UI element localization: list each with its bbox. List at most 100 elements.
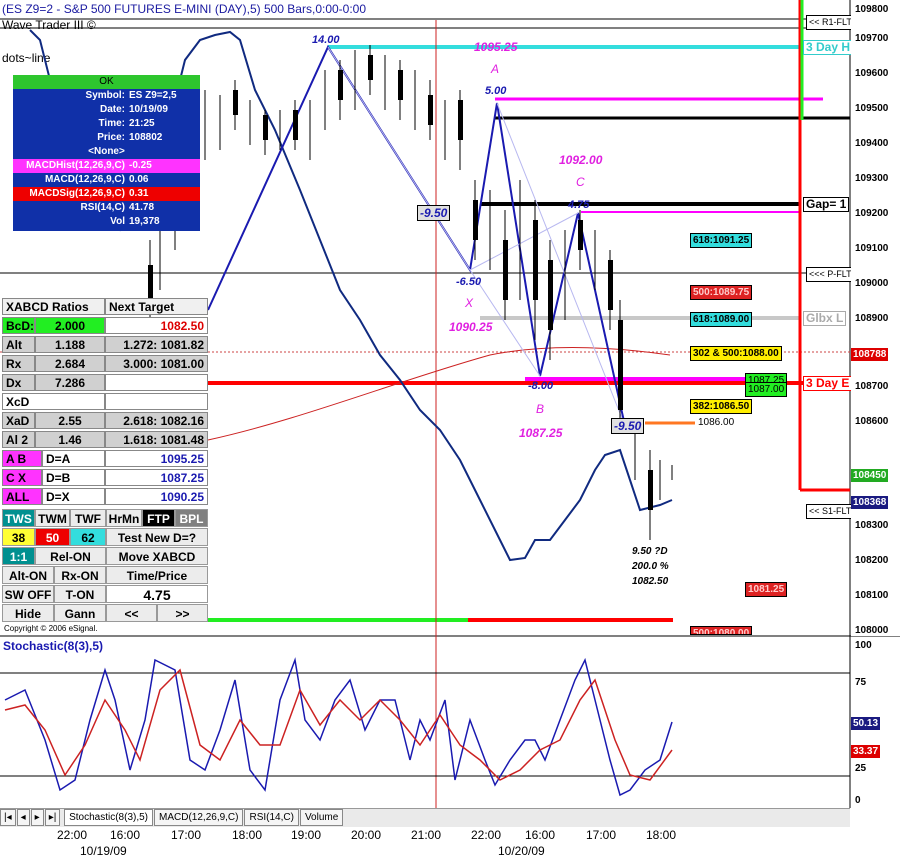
price-1080-tag: 500:1080.00 [690, 626, 753, 635]
fib-38-button[interactable]: 38 [2, 528, 35, 546]
price-tick: 109800 [855, 4, 889, 15]
target-dx [105, 374, 208, 391]
mode-tab-ftp[interactable]: FTP [142, 509, 175, 527]
ratio-label-xad: XaD [2, 412, 35, 429]
blue-price-badge: 108368 [851, 496, 889, 509]
ratio-label-bcd: BcD: [2, 317, 35, 334]
tab-rsi[interactable]: RSI(14,C) [244, 809, 299, 826]
study-tab-bar[interactable]: |◂ ◂ ▸ ▸| Stochastic(8(3),5) MACD(12,26,9,C)… [0, 808, 850, 827]
ratio-value-bcd: 2.000 [35, 317, 105, 334]
mode-tab-tws[interactable]: TWS [2, 509, 35, 527]
alt-on-button[interactable]: Alt-ON [2, 566, 54, 584]
prev-button[interactable]: << [106, 604, 157, 622]
data-row-macd: MACD(12,26,9,C) 0.06 [44, 174, 149, 185]
price-tick: 108700 [855, 381, 889, 392]
stochastic-axis[interactable]: 100 75 50.13 33.37 25 0 [851, 636, 900, 808]
ratio-value-all: D=X [42, 488, 105, 505]
price-tick: 109500 [855, 103, 889, 114]
mode-tab-twf[interactable]: TWF [70, 509, 106, 527]
tab-scroll-prev[interactable]: ◂ [16, 809, 30, 826]
swing-minus-800-label: -8.00 [528, 380, 554, 392]
tab-scroll-next[interactable]: ▸ [30, 809, 44, 826]
tab-scroll-first[interactable]: |◂ [0, 809, 16, 826]
fib-618b-tag: 618:1089.00 [690, 312, 753, 327]
price-tick: 108900 [855, 313, 889, 324]
gap-tag: Gap= 1 [803, 197, 850, 212]
ratio-label-ab[interactable]: A B [2, 450, 42, 467]
ratio-label-cx[interactable]: C X [2, 469, 42, 486]
swing-minus-650-label: -6.50 [456, 276, 482, 288]
gann-button[interactable]: Gann [54, 604, 106, 622]
c-swing-label: 4.75 [568, 199, 590, 211]
next-button[interactable]: >> [157, 604, 208, 622]
swing-minus-950-label: -9.50 [417, 205, 451, 221]
tab-volume[interactable]: Volume [299, 809, 344, 826]
data-window[interactable]: OK Symbol: ES Z9=2,5 Date: 10/19/09 Time: 2… [13, 75, 200, 231]
swing-minus-950b-label: -9.50 [611, 418, 645, 434]
tab-macd[interactable]: MACD(12,26,9,C) [154, 809, 244, 826]
time-axis[interactable]: 22:00 16:00 17:00 18:00 19:00 20:00 21:0… [0, 826, 850, 860]
mode-tab-bpl[interactable]: BPL [175, 509, 208, 527]
ratio-value-rx: 2.684 [35, 355, 105, 372]
test-new-d-button[interactable]: Test New D=? [106, 528, 208, 546]
xabcd-header-right: Next Target [105, 298, 208, 315]
fib-302-tag: 302 & 500:1088.00 [690, 346, 782, 361]
sw-off-button[interactable]: SW OFF [2, 585, 54, 603]
step-value-field[interactable]: 4.75 [106, 585, 208, 603]
ratio-label-al2: Al 2 [2, 431, 35, 448]
price-1086-label: 1086.00 [698, 417, 735, 428]
x-letter-label: X [465, 296, 474, 310]
one-to-one-button[interactable]: 1:1 [2, 547, 35, 565]
data-row-rsi: RSI(14,C) 41.78 [80, 202, 155, 213]
target-bcd: 1082.50 [105, 317, 208, 334]
s1-flt-tag: << S1-FLT [806, 504, 855, 519]
time-tick: 20:00 [351, 828, 382, 842]
tab-scroll-last[interactable]: ▸| [44, 809, 61, 826]
date-label: 10/19/09 [80, 844, 127, 858]
target-alt: 1.272: 1081.82 [105, 336, 208, 353]
stoch-tick: 75 [855, 677, 867, 688]
p-flt-tag: <<< P-FLT [806, 267, 855, 282]
price-tick: 109300 [855, 173, 889, 184]
x-price-label: 1090.25 [449, 320, 493, 334]
move-xabcd-button[interactable]: Move XABCD [106, 547, 208, 565]
time-price-button[interactable]: Time/Price [106, 566, 208, 584]
price-tick: 108300 [855, 520, 889, 531]
ratio-value-al2: 1.46 [35, 431, 105, 448]
price-tick: 109600 [855, 68, 889, 79]
rel-on-button[interactable]: Rel-ON [35, 547, 106, 565]
data-row-vol: Vol 19,378 [110, 216, 160, 227]
stoch-tick: 0 [855, 795, 861, 806]
data-none-label: <None> [88, 146, 125, 157]
data-row-macdsig: MACDSig(12,26,9,C) 0.31 [13, 187, 200, 201]
time-tick: 16:00 [110, 828, 141, 842]
fib-62-button[interactable]: 62 [70, 528, 106, 546]
mode-tab-hrmn[interactable]: HrMn [106, 509, 142, 527]
ratio-label-xcd: XcD [2, 393, 105, 410]
last-price-badge: 108788 [851, 348, 889, 361]
glbx-low-tag: Glbx L [803, 311, 847, 326]
hide-button[interactable]: Hide [2, 604, 54, 622]
a-letter-label: A [491, 62, 500, 76]
time-tick: 21:00 [411, 828, 442, 842]
data-row-time: Time: 21:25 [98, 118, 155, 129]
price-tick: 109400 [855, 138, 889, 149]
data-window-status[interactable]: OK [13, 75, 200, 89]
target-al2: 1.618: 1081.48 [105, 431, 208, 448]
time-tick: 17:00 [171, 828, 202, 842]
t-on-button[interactable]: T-ON [54, 585, 106, 603]
ratio-label-all[interactable]: ALL [2, 488, 42, 505]
d-note-label-2: 200.0 % [632, 561, 669, 572]
fib-50-button[interactable]: 50 [35, 528, 70, 546]
price-tick: 109100 [855, 243, 889, 254]
price-tick: 108200 [855, 555, 889, 566]
fib-382-tag: 382:1086.50 [690, 399, 753, 414]
mode-tab-twm[interactable]: TWM [35, 509, 70, 527]
rx-on-button[interactable]: Rx-ON [54, 566, 106, 584]
price-axis[interactable]: 109800 109700 109600 109500 109400 10930… [851, 0, 900, 636]
stoch-tick: 100 [855, 640, 872, 651]
time-tick: 19:00 [291, 828, 322, 842]
xabcd-panel[interactable]: XABCD Ratios Next Target BcD: 2.000 1082… [2, 298, 208, 622]
b-letter-label: B [536, 402, 545, 416]
tab-stochastic[interactable]: Stochastic(8(3),5) [64, 809, 154, 826]
